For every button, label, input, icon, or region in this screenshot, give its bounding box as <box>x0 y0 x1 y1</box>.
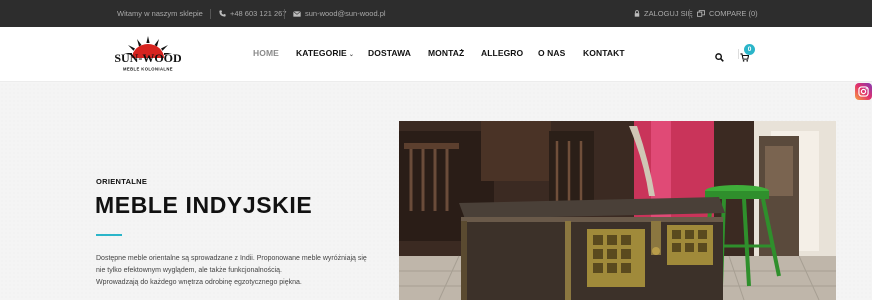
instagram-icon[interactable] <box>855 83 872 100</box>
welcome-text: Witamy w naszym sklepie <box>117 0 203 27</box>
divider <box>689 9 690 19</box>
phone-icon <box>219 10 226 17</box>
nav-dostawa[interactable]: DOSTAWA <box>368 48 411 58</box>
hero-title: MEBLE INDYJSKIE <box>95 192 313 218</box>
phone-number: +48 603 121 267 <box>230 9 287 18</box>
divider <box>210 9 211 19</box>
svg-text:SUN-WOOD: SUN-WOOD <box>115 51 181 65</box>
compare-icon <box>697 10 705 17</box>
envelope-icon <box>293 10 301 17</box>
login-label: ZALOGUJ SIĘ <box>644 9 693 18</box>
main-header: SUN-WOOD MEBLE KOLONIALNE HOME KATEGORIE… <box>0 27 872 82</box>
nav-allegro[interactable]: ALLEGRO <box>481 48 523 58</box>
hero-desc-line: Wprowadzają do każdego wnętrza odrobinę … <box>96 279 302 286</box>
hero-desc-line: Dostępne meble orientalne są sprowadzane… <box>96 255 367 262</box>
divider <box>284 9 285 19</box>
sun-logo-graphic: SUN-WOOD MEBLE KOLONIALNE <box>114 36 182 72</box>
hero-desc-line: nie tylko efektownym wyglądem, ale także… <box>96 267 282 274</box>
top-bar: Witamy w naszym sklepie +48 603 121 267 … <box>0 0 872 27</box>
accent-divider <box>96 234 122 236</box>
hero-eyebrow: ORIENTALNE <box>96 177 148 186</box>
phone-link[interactable]: +48 603 121 267 <box>219 0 287 27</box>
login-link[interactable]: ZALOGUJ SIĘ <box>634 0 693 27</box>
divider <box>738 49 739 59</box>
search-icon[interactable] <box>715 49 724 67</box>
cart-count-badge: 0 <box>744 44 755 55</box>
nav-kategorie[interactable]: KATEGORIE ⌄ <box>296 48 354 58</box>
compare-label: COMPARE (0) <box>709 9 758 18</box>
lock-icon <box>634 10 640 17</box>
email-address: sun-wood@sun-wood.pl <box>305 9 386 18</box>
chevron-down-icon: ⌄ <box>348 52 354 58</box>
furniture-illustration <box>399 121 836 300</box>
nav-kontakt[interactable]: KONTAKT <box>583 48 625 58</box>
welcome-label: Witamy w naszym sklepie <box>117 9 203 18</box>
nav-montaz[interactable]: MONTAŻ <box>428 48 464 58</box>
compare-link[interactable]: COMPARE (0) <box>697 0 758 27</box>
nav-o-nas[interactable]: O NAS <box>538 48 565 58</box>
nav-home[interactable]: HOME <box>253 48 279 58</box>
hero-furniture-photo <box>399 121 836 300</box>
email-link[interactable]: sun-wood@sun-wood.pl <box>293 0 386 27</box>
hero-description: Dostępne meble orientalne są sprowadzane… <box>96 253 376 289</box>
site-logo[interactable]: SUN-WOOD MEBLE KOLONIALNE <box>114 36 182 74</box>
svg-text:MEBLE KOLONIALNE: MEBLE KOLONIALNE <box>123 67 173 72</box>
